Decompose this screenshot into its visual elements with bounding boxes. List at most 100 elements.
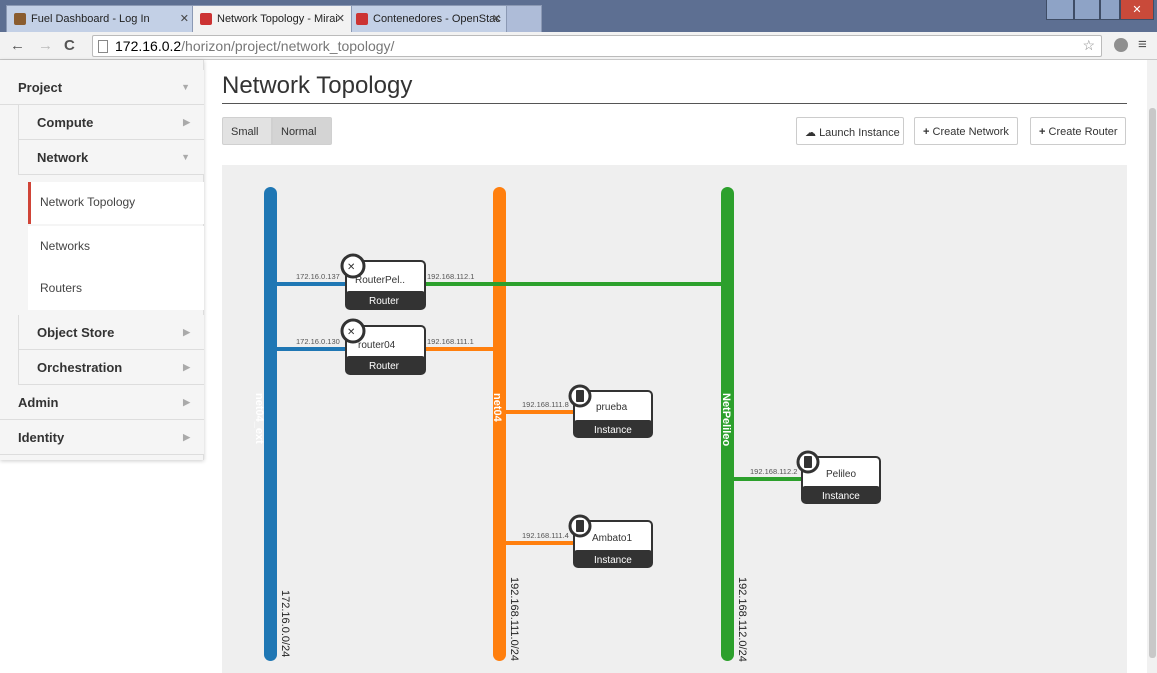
openstack-favicon-icon bbox=[200, 13, 212, 25]
close-window-button[interactable]: ✕ bbox=[1120, 0, 1154, 20]
sidebar-identity[interactable]: Identity ▶ bbox=[0, 420, 204, 455]
browser-tab-network-topology[interactable]: Network Topology - Mirai ✕ bbox=[192, 5, 352, 32]
sidebar-object-store[interactable]: Object Store ▶ bbox=[18, 315, 204, 350]
link-ambato1 bbox=[506, 541, 574, 545]
cloud-upload-icon: ☁ bbox=[805, 127, 816, 139]
close-tab-icon[interactable]: ✕ bbox=[180, 12, 189, 25]
launch-instance-label: Launch Instance bbox=[819, 127, 900, 139]
size-small-label: Small bbox=[231, 126, 259, 138]
scrollbar-thumb[interactable] bbox=[1149, 108, 1156, 658]
user-profile-button[interactable] bbox=[1046, 0, 1074, 20]
forward-arrow-icon[interactable]: → bbox=[38, 37, 53, 54]
close-tab-icon[interactable]: ✕ bbox=[336, 12, 345, 25]
create-network-label: Create Network bbox=[932, 126, 1009, 138]
chevron-right-icon: ▶ bbox=[183, 362, 190, 372]
instance-name: prueba bbox=[596, 402, 628, 413]
topology-graph: net04_ext 172.16.0.0/24 net04 192.168.11… bbox=[253, 187, 881, 662]
sidebar-item-network-topology[interactable]: Network Topology bbox=[28, 182, 204, 224]
instance-node-prueba[interactable]: prueba Instance bbox=[568, 384, 653, 438]
chevron-right-icon: ▶ bbox=[183, 397, 190, 407]
tab-title: Contenedores - OpenStac bbox=[373, 13, 501, 25]
link-pelileo bbox=[734, 477, 802, 481]
chevron-right-icon: ▶ bbox=[183, 117, 190, 127]
launch-instance-button[interactable]: ☁ Launch Instance bbox=[796, 117, 904, 145]
page-icon bbox=[98, 40, 108, 53]
topology-canvas: net04_ext 172.16.0.0/24 net04 192.168.11… bbox=[222, 165, 1127, 673]
new-tab-button[interactable] bbox=[506, 5, 542, 32]
menu-icon[interactable]: ≡ bbox=[1138, 36, 1147, 53]
ip-label: 192.168.111.4 bbox=[522, 531, 569, 540]
link-router04-ext bbox=[277, 347, 346, 351]
router-name: RouterPel.. bbox=[355, 275, 405, 286]
sidebar-network-label: Network bbox=[37, 150, 89, 165]
instance-node-pelileo[interactable]: Pelileo Instance bbox=[796, 450, 881, 504]
sidebar-item-routers[interactable]: Routers bbox=[28, 268, 204, 310]
instance-name: Pelileo bbox=[826, 469, 856, 480]
tab-title: Fuel Dashboard - Log In bbox=[31, 13, 150, 25]
server-icon bbox=[568, 384, 592, 408]
sidebar-project[interactable]: Project ▼ bbox=[0, 70, 204, 105]
instance-type: Instance bbox=[594, 425, 632, 436]
ip-label: 192.168.111.1 bbox=[427, 337, 474, 346]
page-title: Network Topology bbox=[222, 72, 413, 99]
router-node-router04[interactable]: router04 Router ✕ bbox=[340, 318, 426, 375]
browser-tab-fuel[interactable]: Fuel Dashboard - Log In ✕ bbox=[6, 5, 196, 32]
sidebar-project-label: Project bbox=[18, 80, 63, 95]
instance-node-ambato1[interactable]: Ambato1 Instance bbox=[568, 514, 653, 568]
browser-tab-contenedores[interactable]: Contenedores - OpenStac ✕ bbox=[348, 5, 508, 32]
router-icon: ✕ bbox=[340, 253, 366, 279]
svg-text:✕: ✕ bbox=[347, 327, 355, 338]
fuel-favicon-icon bbox=[14, 13, 26, 25]
server-icon bbox=[796, 450, 820, 474]
sidebar: Project ▼ Compute ▶ Network ▼ Network Topol… bbox=[0, 60, 204, 460]
minimize-button[interactable] bbox=[1074, 0, 1100, 20]
router-node-routerpel[interactable]: RouterPel.. Router ✕ bbox=[340, 253, 426, 310]
url-input[interactable]: 172.16.0.2/horizon/project/network_topol… bbox=[92, 35, 1102, 57]
bookmark-star-icon[interactable]: ☆ bbox=[1082, 37, 1095, 54]
chevron-down-icon: ▼ bbox=[181, 152, 190, 162]
url-path: /horizon/project/network_topology/ bbox=[181, 38, 395, 54]
create-router-button[interactable]: + Create Router bbox=[1030, 117, 1126, 145]
close-tab-icon[interactable]: ✕ bbox=[492, 12, 501, 25]
ip-label: 172.16.0.137 bbox=[296, 272, 340, 281]
size-normal-label: Normal bbox=[281, 126, 317, 138]
browser-tab-bar: Fuel Dashboard - Log In ✕ Network Topolo… bbox=[0, 0, 1157, 32]
sidebar-admin-label: Admin bbox=[18, 395, 59, 410]
instance-type: Instance bbox=[594, 555, 632, 566]
link-routerpel-ext bbox=[277, 282, 346, 286]
address-bar: ← → C 172.16.0.2/horizon/project/network… bbox=[0, 32, 1157, 60]
plus-icon: + bbox=[923, 126, 930, 138]
sidebar-identity-label: Identity bbox=[18, 430, 65, 445]
chevron-right-icon: ▶ bbox=[183, 432, 190, 442]
router-type: Router bbox=[369, 296, 400, 307]
svg-text:✕: ✕ bbox=[347, 262, 355, 273]
maximize-button[interactable] bbox=[1100, 0, 1120, 20]
ip-label: 192.168.111.8 bbox=[522, 400, 569, 409]
sidebar-orchestration[interactable]: Orchestration ▶ bbox=[18, 350, 204, 385]
sidebar-admin[interactable]: Admin ▶ bbox=[0, 385, 204, 420]
network-cidr-label: 192.168.112.0/24 bbox=[736, 577, 748, 662]
link-routerpel-int bbox=[425, 282, 721, 286]
sidebar-item-networks[interactable]: Networks bbox=[28, 226, 204, 268]
sidebar-orchestration-label: Orchestration bbox=[37, 360, 123, 375]
size-normal-button[interactable]: Normal bbox=[272, 117, 332, 145]
router-type: Router bbox=[369, 361, 400, 372]
chevron-right-icon: ▶ bbox=[183, 327, 190, 337]
network-bar-net04[interactable] bbox=[493, 187, 506, 661]
router-icon: ✕ bbox=[340, 318, 366, 344]
instance-name: Ambato1 bbox=[592, 533, 632, 544]
plus-icon: + bbox=[1039, 126, 1046, 138]
chevron-down-icon: ▼ bbox=[181, 82, 190, 92]
url-host: 172.16.0.2 bbox=[115, 38, 182, 54]
sidebar-network[interactable]: Network ▼ bbox=[18, 140, 204, 175]
reload-icon[interactable]: C bbox=[64, 37, 75, 54]
server-icon bbox=[568, 514, 592, 538]
create-network-button[interactable]: + Create Network bbox=[914, 117, 1018, 145]
link-router04-int bbox=[425, 347, 493, 351]
sidebar-item-label: Network Topology bbox=[40, 195, 136, 209]
back-arrow-icon[interactable]: ← bbox=[10, 37, 25, 54]
extension-icon[interactable] bbox=[1114, 38, 1128, 52]
size-small-button[interactable]: Small bbox=[222, 117, 272, 145]
sidebar-compute[interactable]: Compute ▶ bbox=[18, 105, 204, 140]
network-name-label: net04_ext bbox=[253, 393, 265, 444]
